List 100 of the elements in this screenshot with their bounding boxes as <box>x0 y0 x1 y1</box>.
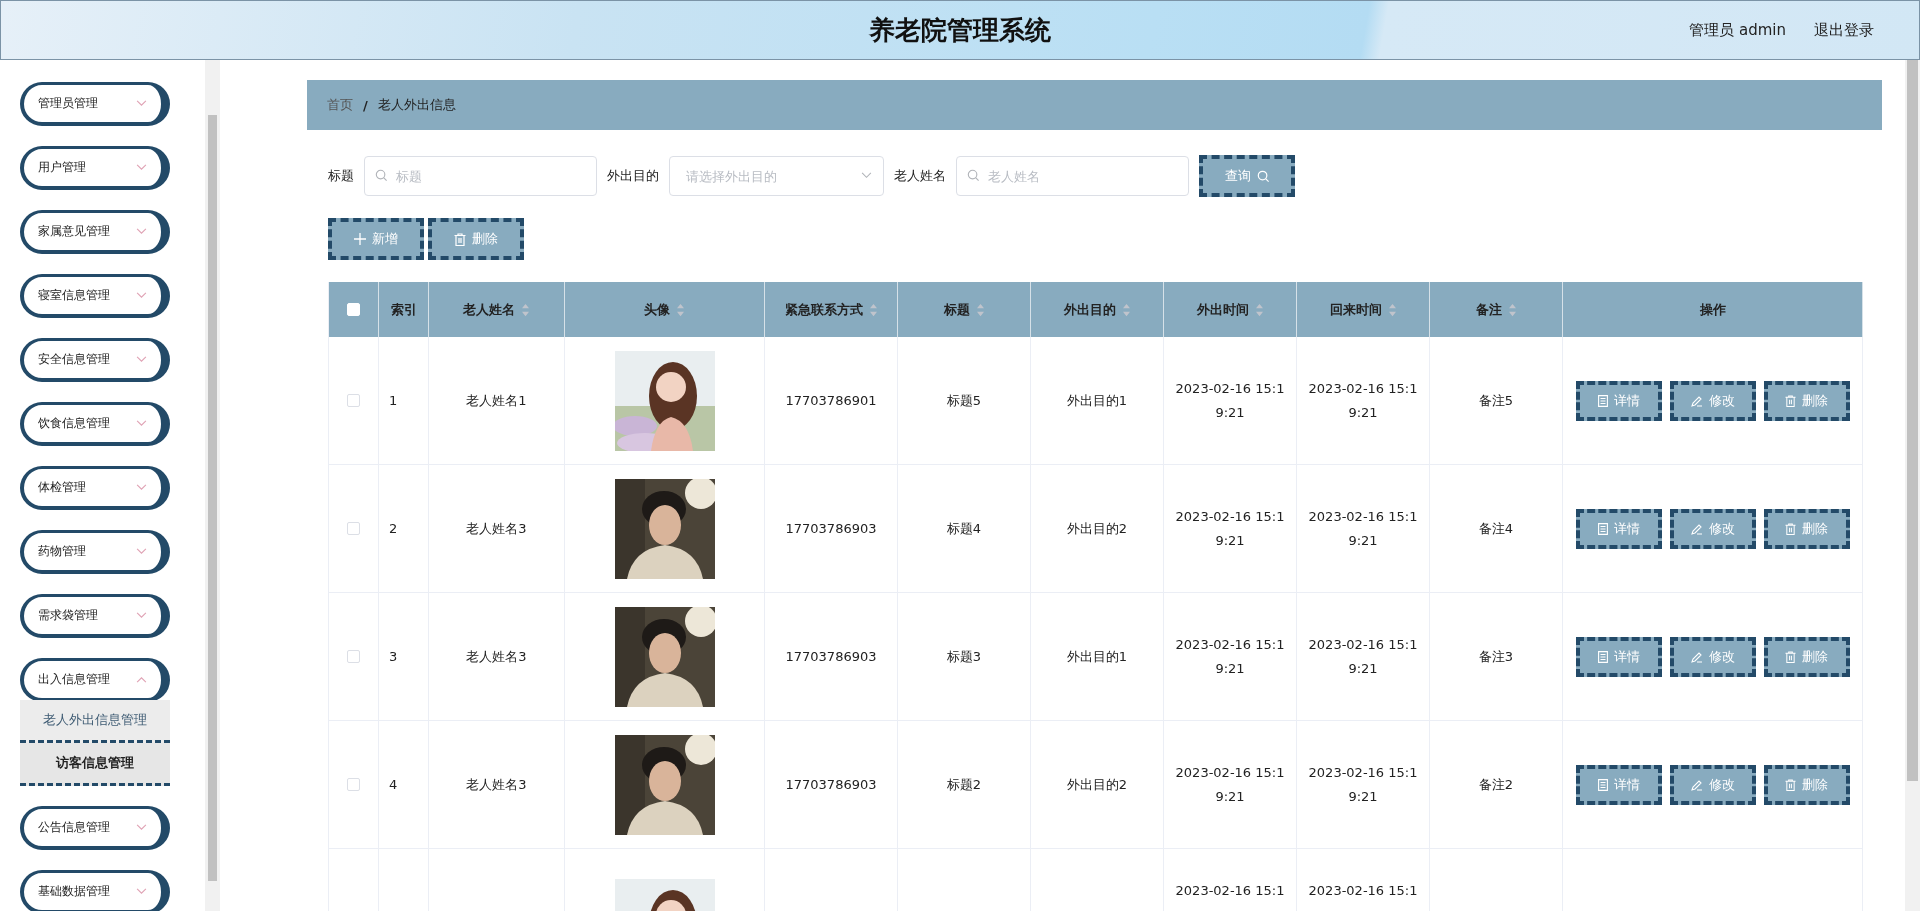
chevron-icon <box>136 292 147 299</box>
column-header: 标题 <box>943 300 970 319</box>
menu-item[interactable]: 安全信息管理 <box>20 338 170 382</box>
edit-button[interactable]: 修改 <box>1669 764 1756 805</box>
menu-item[interactable]: 需求袋管理 <box>20 594 170 638</box>
chevron-icon <box>136 676 147 683</box>
breadcrumb-item: 老人外出信息 <box>377 96 456 114</box>
search-icon <box>967 169 980 182</box>
chevron-icon <box>136 420 147 427</box>
table-cell: 备注5 <box>1478 391 1514 410</box>
table-cell-text: 2023-02-16 15:19:21 <box>1307 379 1419 422</box>
table-cell: 标题4 <box>946 519 982 538</box>
sort-icon[interactable] <box>868 302 878 317</box>
edit-button[interactable]: 修改 <box>1669 636 1756 677</box>
menu-item[interactable]: 饮食信息管理 <box>20 402 170 446</box>
trash-icon <box>1785 522 1796 535</box>
table-cell-text: 2023-02-16 15:19:21 <box>1174 763 1286 806</box>
table-cell: 备注4 <box>1478 519 1514 538</box>
column-header: 老人姓名 <box>463 300 515 319</box>
select-field[interactable]: 请选择外出目的 <box>669 156 884 196</box>
table-cell: 4 <box>389 777 398 792</box>
row-checkbox[interactable] <box>347 650 360 663</box>
detail-button[interactable]: 详情 <box>1575 636 1662 677</box>
column-header: 回来时间 <box>1329 300 1382 319</box>
sort-icon[interactable] <box>1507 302 1517 317</box>
chevron-icon <box>136 888 147 895</box>
detail-button[interactable]: 详情 <box>1575 508 1662 549</box>
document-icon <box>1597 650 1608 663</box>
detail-button[interactable]: 详情 <box>1575 380 1662 421</box>
table-cell-text: 2023-02-16 15:19:21 <box>1174 635 1286 678</box>
menu-item[interactable]: 公告信息管理 <box>20 806 170 850</box>
table-cell: 老人姓名3 <box>466 775 527 794</box>
table-cell: 外出目的2 <box>1066 519 1128 538</box>
query-button[interactable]: 查询 <box>1199 155 1295 197</box>
scrollbar[interactable] <box>205 60 220 911</box>
table-cell: 老人姓名1 <box>466 391 527 410</box>
menu-item[interactable]: 用户管理 <box>20 146 170 190</box>
select-all-checkbox[interactable] <box>347 303 360 316</box>
table-cell-text: 2023-02-16 15:1 <box>1174 882 1286 900</box>
table-cell: 标题5 <box>946 391 982 410</box>
menu-item[interactable]: 管理员管理 <box>20 82 170 126</box>
add-button[interactable]: 新增 <box>328 218 424 260</box>
edit-button[interactable]: 修改 <box>1669 380 1756 421</box>
sort-icon[interactable] <box>1387 302 1397 317</box>
sort-icon[interactable] <box>975 302 985 317</box>
delete-button[interactable]: 删除 <box>428 218 524 260</box>
row-checkbox[interactable] <box>347 394 360 407</box>
table-cell: 备注3 <box>1478 647 1514 666</box>
sort-icon[interactable] <box>1121 302 1131 317</box>
row-checkbox[interactable] <box>347 778 360 791</box>
search-field[interactable]: 老人姓名 <box>956 156 1189 196</box>
chevron-icon <box>136 100 147 107</box>
sort-icon[interactable] <box>676 302 685 317</box>
delete-button[interactable]: 删除 <box>1763 636 1850 677</box>
menu-item[interactable]: 家属意见管理 <box>20 210 170 254</box>
table-cell: 17703786903 <box>785 521 877 536</box>
submenu-item[interactable]: 老人外出信息管理 <box>20 700 170 743</box>
table-cell-text: 2023-02-16 15:19:21 <box>1174 379 1286 422</box>
chevron-icon <box>136 164 147 171</box>
search-field[interactable]: 标题 <box>364 156 597 196</box>
trash-icon <box>1785 394 1796 407</box>
table-cell: 外出目的1 <box>1066 647 1128 666</box>
menu-item[interactable]: 寝室信息管理 <box>20 274 170 318</box>
delete-button[interactable]: 删除 <box>1763 508 1850 549</box>
edit-button[interactable]: 修改 <box>1669 508 1756 549</box>
table-cell-text: 2023-02-16 15:19:21 <box>1307 507 1419 550</box>
document-icon <box>1597 778 1608 791</box>
pencil-icon <box>1690 778 1703 791</box>
chevron-icon <box>136 612 147 619</box>
menu-item[interactable]: 出入信息管理 <box>20 658 170 702</box>
chevron-icon <box>136 356 147 363</box>
trash-icon <box>454 232 466 246</box>
table-cell: 3 <box>389 649 398 664</box>
scrollbar[interactable] <box>1905 60 1920 911</box>
table-cell: 备注2 <box>1478 775 1514 794</box>
column-header: 头像 <box>644 300 670 319</box>
menu-item[interactable]: 基础数据管理 <box>20 870 170 911</box>
table-cell: 老人姓名3 <box>466 647 527 666</box>
chevron-icon <box>136 484 147 491</box>
pencil-icon <box>1690 394 1703 407</box>
sort-icon[interactable] <box>1254 302 1264 317</box>
row-checkbox[interactable] <box>347 522 360 535</box>
table-cell: 1 <box>389 393 398 408</box>
field-label: 老人姓名 <box>894 167 946 185</box>
table-cell: 老人姓名3 <box>466 519 527 538</box>
menu-item[interactable]: 体检管理 <box>20 466 170 510</box>
delete-button[interactable]: 删除 <box>1763 764 1850 805</box>
field-label: 标题 <box>328 167 354 185</box>
document-icon <box>1597 394 1608 407</box>
menu-item[interactable]: 药物管理 <box>20 530 170 574</box>
delete-button[interactable]: 删除 <box>1763 380 1850 421</box>
detail-button[interactable]: 详情 <box>1575 764 1662 805</box>
table-cell-text: 2023-02-16 15:19:21 <box>1174 507 1286 550</box>
sort-icon[interactable] <box>521 302 530 317</box>
logout-link[interactable]: 退出登录 <box>1814 20 1874 40</box>
search-icon <box>375 169 388 182</box>
submenu-item[interactable]: 访客信息管理 <box>20 743 170 786</box>
table-cell: 标题3 <box>946 647 982 666</box>
breadcrumb-separator: / <box>363 97 368 113</box>
breadcrumb-item[interactable]: 首页 <box>327 96 353 114</box>
